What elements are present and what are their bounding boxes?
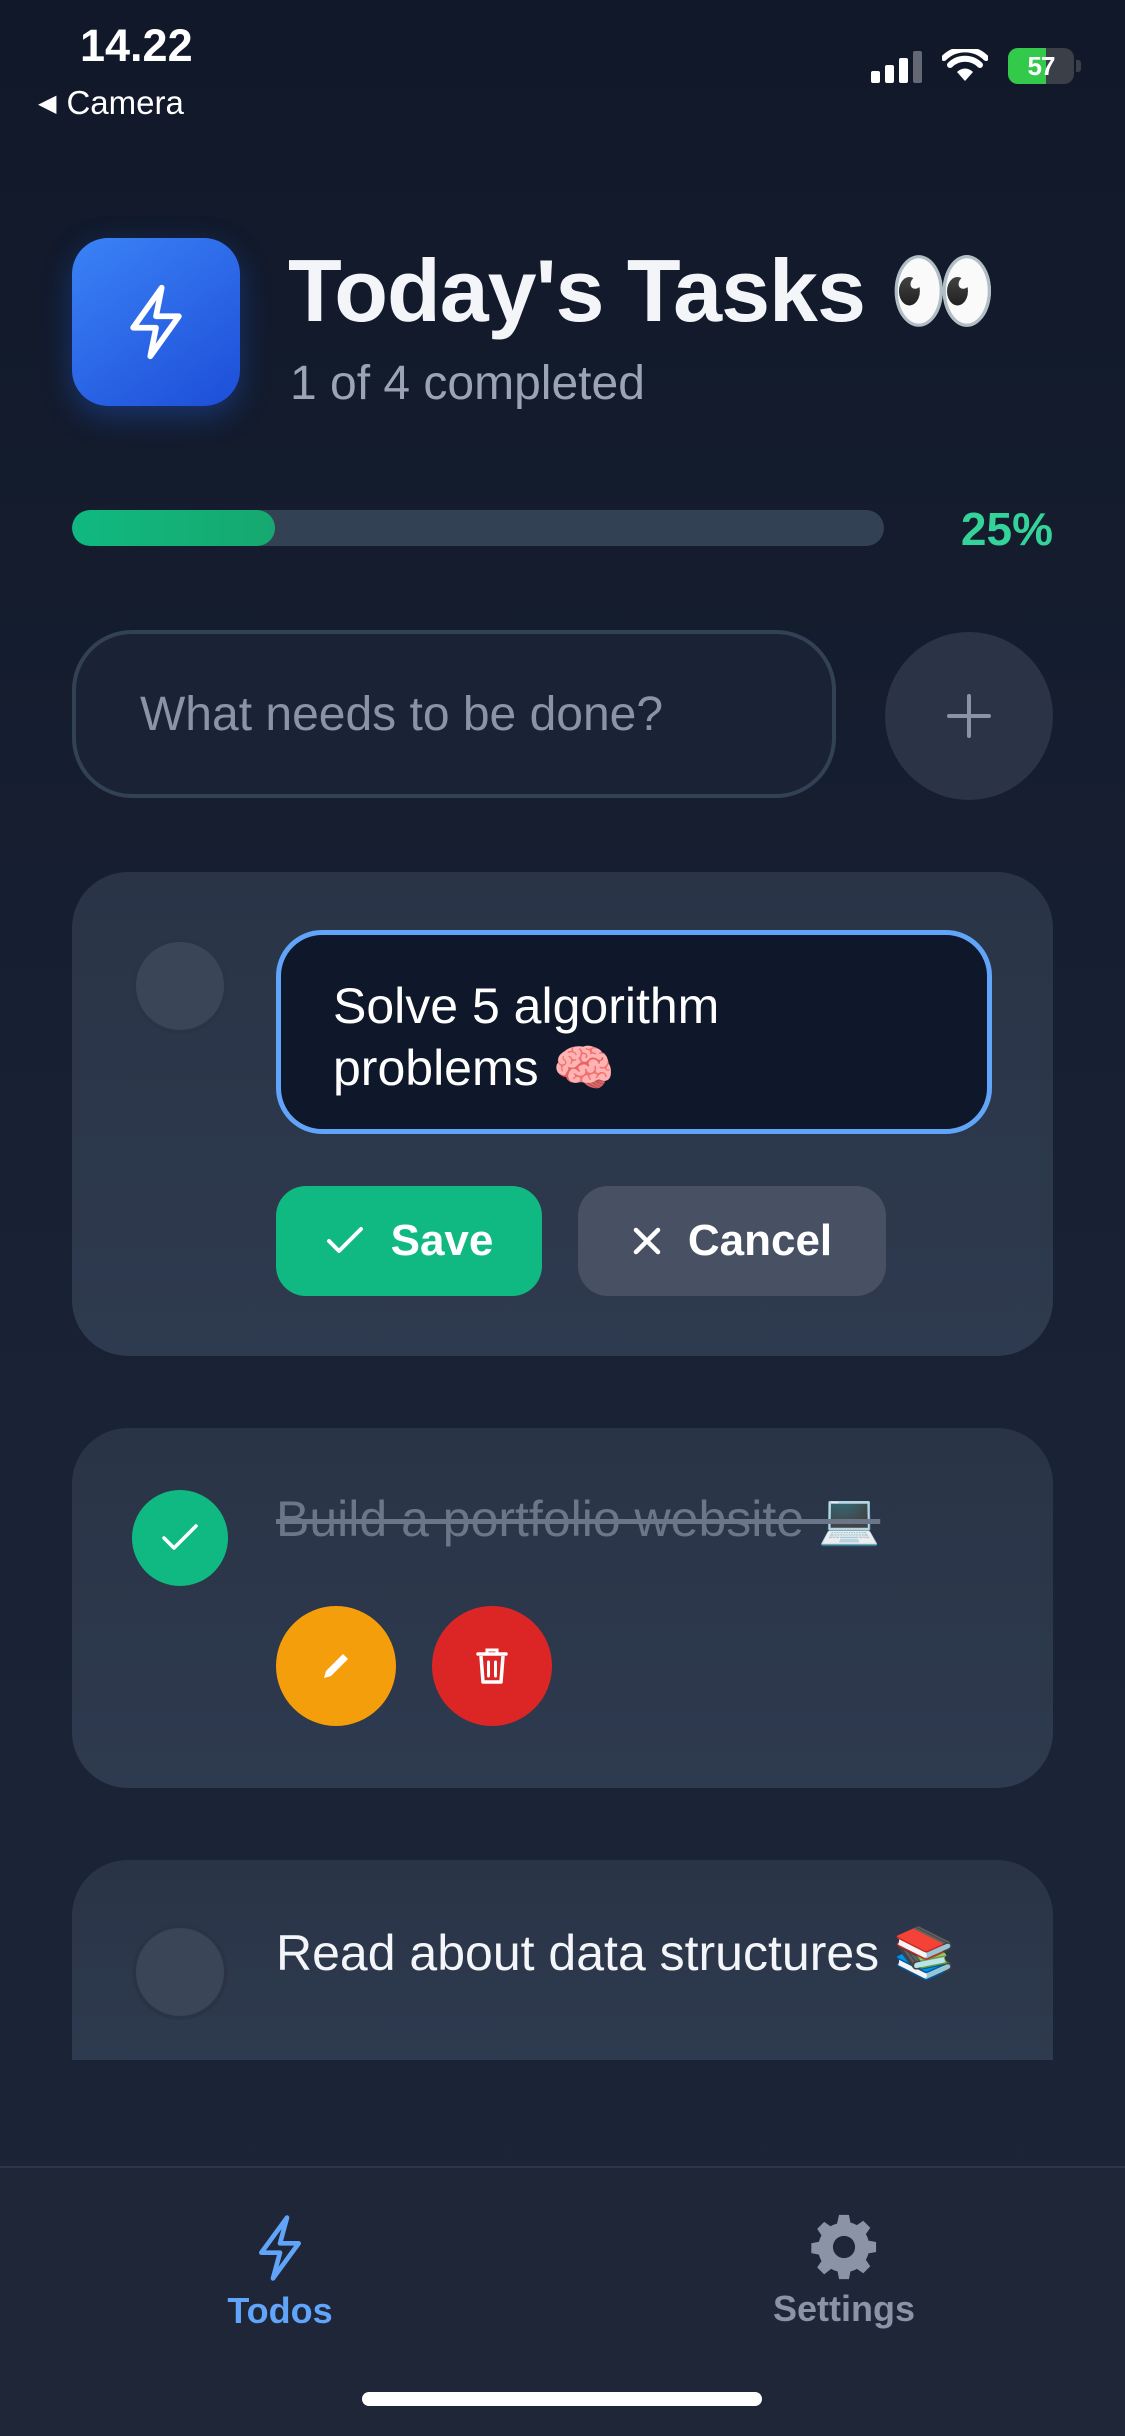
edit-task-button[interactable] (276, 1606, 396, 1726)
plus-icon (947, 694, 991, 738)
task-checkbox-checked[interactable] (132, 1490, 228, 1586)
add-task-button[interactable] (885, 632, 1053, 800)
task-checkbox[interactable] (132, 938, 228, 1034)
task-card: Solve 5 algorithm problems 🧠 Save Cancel (72, 872, 1053, 1356)
progress-fill (72, 510, 275, 546)
status-time: 14.22 (80, 20, 193, 71)
battery-percent: 57 (1027, 50, 1056, 81)
lightning-icon (259, 2215, 301, 2281)
status-indicators: 57 (871, 48, 1081, 84)
wifi-icon (942, 49, 988, 81)
gear-icon (811, 2214, 877, 2280)
task-card: Build a portfolio website 💻 (72, 1428, 1053, 1788)
checkmark-icon (162, 1524, 198, 1550)
save-label: Save (390, 1216, 494, 1265)
app-logo (72, 238, 240, 406)
save-button[interactable]: Save (276, 1186, 542, 1296)
tab-todos[interactable]: Todos (130, 2212, 430, 2332)
lightning-icon (130, 284, 182, 360)
close-icon (633, 1227, 661, 1255)
back-to-app-link[interactable]: ◀ Camera (38, 84, 184, 122)
progress-percent: 25% (960, 503, 1053, 555)
task-text[interactable]: Read about data structures 📚 (276, 1920, 976, 1986)
task-edit-input[interactable]: Solve 5 algorithm problems 🧠 (276, 930, 992, 1134)
delete-task-button[interactable] (432, 1606, 552, 1726)
todo-app-screen: 14.22 ◀ Camera 57 Today's Tasks 👀 1 of 4… (0, 0, 1125, 2436)
new-task-input[interactable] (72, 630, 836, 798)
home-indicator (362, 2392, 762, 2406)
tab-todos-label: Todos (227, 2290, 333, 2331)
checkmark-icon (326, 1227, 363, 1253)
trash-icon (476, 1648, 508, 1684)
tab-settings[interactable]: Settings (694, 2212, 994, 2330)
pencil-icon (324, 1654, 348, 1678)
battery-icon: 57 (1008, 48, 1074, 84)
cancel-button[interactable]: Cancel (578, 1186, 886, 1296)
cancel-label: Cancel (687, 1216, 833, 1265)
task-text-completed[interactable]: Build a portfolio website 💻 (276, 1490, 880, 1549)
task-checkbox[interactable] (132, 1924, 228, 2020)
cellular-signal-icon (871, 49, 922, 83)
back-arrow-icon: ◀ (38, 89, 57, 117)
battery-cap (1076, 60, 1081, 72)
tab-settings-label: Settings (772, 2288, 915, 2329)
task-card: Read about data structures 📚 (72, 1860, 1053, 2060)
page-title: Today's Tasks 👀 (288, 241, 998, 340)
completion-summary: 1 of 4 completed (290, 357, 645, 410)
progress-bar (72, 510, 884, 546)
back-app-label: Camera (66, 84, 184, 121)
